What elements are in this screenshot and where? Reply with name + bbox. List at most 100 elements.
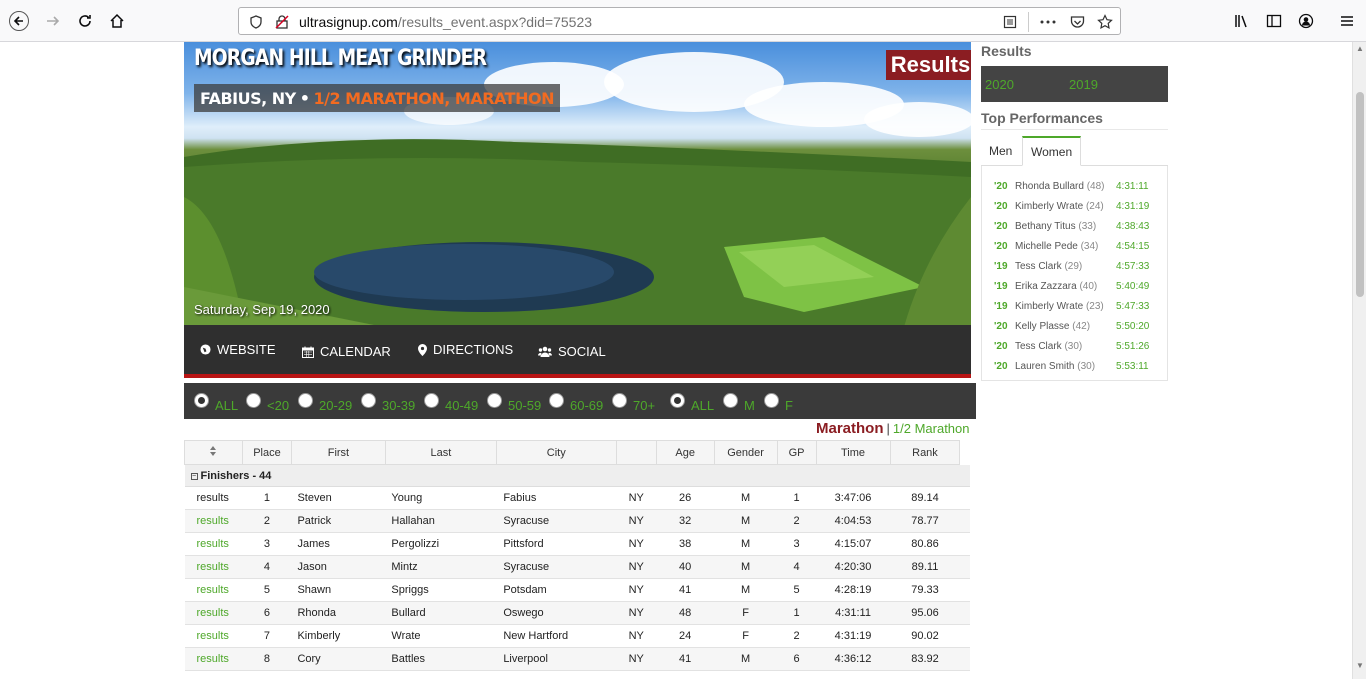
scroll-down-arrow-icon[interactable]: ▼ xyxy=(1356,662,1364,670)
results-link[interactable]: results xyxy=(184,578,243,602)
list-item[interactable]: '20 Rhonda Bullard (48) 4:31:11 xyxy=(994,176,1167,196)
cell-last: Mintz xyxy=(385,555,497,579)
tab-men[interactable]: Men xyxy=(981,136,1020,166)
list-item[interactable]: '19 Kimberly Wrate (23) 5:47:33 xyxy=(994,296,1167,316)
radio-button[interactable] xyxy=(298,393,313,408)
distance-marathon[interactable]: Marathon xyxy=(816,420,884,437)
year-link-2020[interactable]: 2020 xyxy=(985,77,1069,92)
account-button[interactable] xyxy=(1293,8,1319,34)
results-link[interactable]: results xyxy=(184,509,243,533)
column-header-time[interactable]: Time xyxy=(815,440,891,465)
calendar-link[interactable]: CALENDAR xyxy=(302,344,391,359)
collapse-toggle-icon[interactable]: − xyxy=(190,472,198,480)
age-filter-under20[interactable]: <20 xyxy=(246,392,289,413)
radio-button[interactable] xyxy=(361,393,376,408)
cell-rank: 79.33 xyxy=(890,578,960,602)
radio-button[interactable] xyxy=(194,393,209,408)
list-item[interactable]: '19 Tess Clark (29) 4:57:33 xyxy=(994,256,1167,276)
cell-city: Syracuse xyxy=(496,509,617,533)
pocket-icon[interactable] xyxy=(1068,13,1086,31)
age-filter-20-29[interactable]: 20-29 xyxy=(298,392,352,413)
cell-time: 4:28:19 xyxy=(816,578,890,602)
list-item[interactable]: '20 Kelly Plasse (42) 5:50:20 xyxy=(994,316,1167,336)
column-header-last[interactable]: Last xyxy=(384,440,497,465)
list-item[interactable]: '20 Kimberly Wrate (24) 4:31:19 xyxy=(994,196,1167,216)
cell-place: 3 xyxy=(242,532,292,556)
insecure-lock-icon[interactable] xyxy=(273,13,291,31)
radio-button[interactable] xyxy=(723,393,738,408)
list-item[interactable]: '20 Michelle Pede (34) 4:54:15 xyxy=(994,236,1167,256)
column-header-gp[interactable]: GP xyxy=(776,440,817,465)
social-link[interactable]: SOCIAL xyxy=(538,344,606,359)
list-item[interactable]: '20 Lauren Smith (30) 5:53:11 xyxy=(994,356,1167,376)
age-filter-70plus[interactable]: 70+ xyxy=(612,392,655,413)
column-header-place[interactable]: Place xyxy=(241,440,292,465)
sidebar-toggle-button[interactable] xyxy=(1261,8,1287,34)
more-actions-icon[interactable] xyxy=(1039,13,1057,31)
age-filter-60-69[interactable]: 60-69 xyxy=(549,392,603,413)
cell-age: 41 xyxy=(656,647,715,671)
group-row-finishers[interactable]: − Finishers - 44 xyxy=(184,464,970,487)
results-link[interactable]: results xyxy=(184,555,243,579)
list-item[interactable]: '19 Erika Zazzara (40) 5:40:49 xyxy=(994,276,1167,296)
results-link[interactable]: results xyxy=(184,486,243,510)
sort-column-header[interactable] xyxy=(184,440,243,465)
age-filter-30-39[interactable]: 30-39 xyxy=(361,392,415,413)
shield-icon[interactable] xyxy=(247,13,265,31)
list-item[interactable]: '20 Tess Clark (30) 5:51:26 xyxy=(994,336,1167,356)
menu-button[interactable] xyxy=(1334,8,1360,34)
event-banner: MORGAN HILL MEAT GRINDER FABIUS, NY • 1/… xyxy=(184,42,971,325)
results-link[interactable]: results xyxy=(184,624,243,648)
age-filter-50-59[interactable]: 50-59 xyxy=(487,392,541,413)
scroll-up-arrow-icon[interactable]: ▲ xyxy=(1356,45,1364,53)
column-header-rank[interactable]: Rank xyxy=(889,440,961,465)
website-link[interactable]: WEBSITE xyxy=(200,342,276,357)
bookmark-star-icon[interactable] xyxy=(1096,13,1114,31)
table-row: results 4 Jason Mintz Syracuse NY 40 M 4… xyxy=(184,555,970,579)
table-row: results 2 Patrick Hallahan Syracuse NY 3… xyxy=(184,509,970,533)
radio-button[interactable] xyxy=(424,393,439,408)
column-header-city[interactable]: City xyxy=(495,440,617,465)
back-button[interactable] xyxy=(6,8,32,34)
column-header-first[interactable]: First xyxy=(290,440,386,465)
radio-button[interactable] xyxy=(612,393,627,408)
distance-separator: | xyxy=(886,421,890,436)
gender-filter-f[interactable]: F xyxy=(764,392,793,413)
distance-half-marathon[interactable]: 1/2 Marathon xyxy=(893,421,970,436)
age-filter-all[interactable]: ALL xyxy=(194,392,238,413)
page-scrollbar[interactable]: ▲ ▼ xyxy=(1352,42,1366,679)
gender-filter-all[interactable]: ALL xyxy=(670,392,714,413)
cell-state: NY xyxy=(616,555,657,579)
age-filter-40-49[interactable]: 40-49 xyxy=(424,392,478,413)
cell-age: 24 xyxy=(656,624,715,648)
radio-button[interactable] xyxy=(246,393,261,408)
directions-link[interactable]: DIRECTIONS xyxy=(418,342,513,357)
cell-gp: 3 xyxy=(777,532,817,556)
url-text[interactable]: ultrasignup.com/results_event.aspx?did=7… xyxy=(299,14,592,30)
reader-view-icon[interactable] xyxy=(1001,13,1019,31)
url-bar[interactable]: ultrasignup.com/results_event.aspx?did=7… xyxy=(238,7,1121,35)
gender-filter-m[interactable]: M xyxy=(723,392,755,413)
column-header-gender[interactable]: Gender xyxy=(713,440,778,465)
library-button[interactable] xyxy=(1229,8,1255,34)
cell-place: 5 xyxy=(242,578,292,602)
cell-city: Syracuse xyxy=(496,555,617,579)
radio-button[interactable] xyxy=(549,393,564,408)
radio-button[interactable] xyxy=(670,393,685,408)
home-button[interactable] xyxy=(104,8,130,34)
tab-women[interactable]: Women xyxy=(1022,136,1082,166)
scrollbar-thumb[interactable] xyxy=(1356,92,1364,297)
radio-button[interactable] xyxy=(764,393,779,408)
radio-button[interactable] xyxy=(487,393,502,408)
year-link-2019[interactable]: 2019 xyxy=(1069,77,1153,92)
perf-runner: Bethany Titus (33) xyxy=(1015,221,1116,232)
results-link[interactable]: results xyxy=(184,601,243,625)
column-header-state[interactable] xyxy=(615,440,657,465)
results-link[interactable]: results xyxy=(184,647,243,671)
column-header-age[interactable]: Age xyxy=(655,440,715,465)
forward-button[interactable] xyxy=(40,8,66,34)
reload-button[interactable] xyxy=(72,8,98,34)
list-item[interactable]: '20 Bethany Titus (33) 4:38:43 xyxy=(994,216,1167,236)
cell-rank: 78.77 xyxy=(890,509,960,533)
results-link[interactable]: results xyxy=(184,532,243,556)
